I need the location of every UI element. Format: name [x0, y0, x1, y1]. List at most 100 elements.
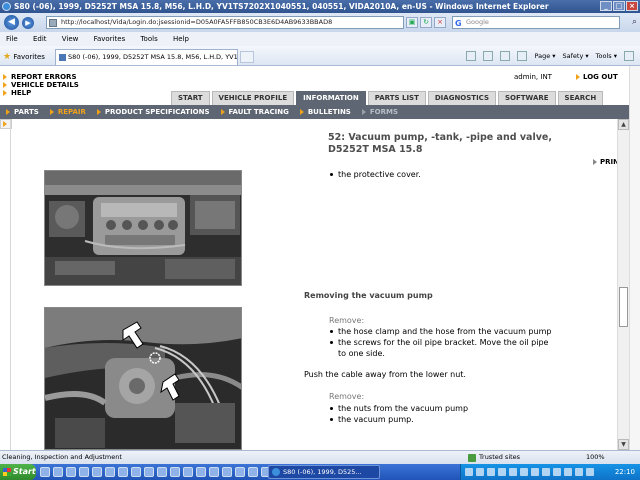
mail-icon[interactable] [500, 51, 511, 61]
clock[interactable]: 22:10 [615, 464, 635, 480]
start-button[interactable]: Start [0, 464, 36, 480]
report-errors-link[interactable]: REPORT ERRORS [3, 73, 79, 81]
list-item: the hose clamp and the hose from the vac… [329, 326, 555, 337]
subnav-parts[interactable]: PARTS [6, 105, 39, 119]
address-input[interactable]: http://localhost/Vida/Login.do;jsessioni… [46, 16, 404, 29]
quick-launch-icon[interactable] [66, 467, 76, 477]
browser-tab[interactable]: S80 (-06), 1999, D5252T MSA 15.8, M56, L… [55, 49, 238, 65]
security-zone[interactable]: Trusted sites [468, 451, 520, 464]
subnav-product-specifications-label: PRODUCT SPECIFICATIONS [104, 108, 210, 116]
tray-icon[interactable] [542, 468, 550, 476]
menu-favorites[interactable]: Favorites [94, 35, 126, 43]
quick-launch-icon[interactable] [105, 467, 115, 477]
favorites-button[interactable]: ★ Favorites [3, 52, 45, 62]
quick-launch-icon[interactable] [157, 467, 167, 477]
quick-launch-icon[interactable] [79, 467, 89, 477]
tray-icon[interactable] [498, 468, 506, 476]
subnav-product-specifications[interactable]: PRODUCT SPECIFICATIONS [96, 105, 210, 119]
subnav-parts-label: PARTS [14, 108, 39, 116]
subnav-forms-label: FORMS [369, 108, 398, 116]
tray-icon[interactable] [509, 468, 517, 476]
tab-software[interactable]: SOFTWARE [498, 91, 556, 105]
quick-launch-icon[interactable] [235, 467, 245, 477]
tools-menu[interactable]: Tools ▾ [596, 52, 617, 60]
tray-icon[interactable] [487, 468, 495, 476]
scroll-down-button[interactable]: ▼ [618, 439, 629, 450]
subnav-fault-tracing-label: FAULT TRACING [228, 108, 289, 116]
tray-icon[interactable] [476, 468, 484, 476]
tab-information[interactable]: INFORMATION [296, 91, 366, 105]
refresh-icon[interactable]: ↻ [420, 17, 432, 28]
quick-launch-icon[interactable] [196, 467, 206, 477]
forward-button[interactable]: ▶ [22, 17, 34, 29]
main-tabs: START VEHICLE PROFILE INFORMATION PARTS … [171, 91, 604, 105]
help-link[interactable]: HELP [3, 89, 79, 97]
quick-launch-icon[interactable] [40, 467, 50, 477]
stop-icon[interactable]: × [434, 17, 446, 28]
menu-view[interactable]: View [62, 35, 79, 43]
list-item: the nuts from the vacuum pump [329, 403, 468, 414]
safety-menu[interactable]: Safety ▾ [563, 52, 589, 60]
quick-launch-icon[interactable] [53, 467, 63, 477]
tray-icon[interactable] [531, 468, 539, 476]
tab-search[interactable]: SEARCH [557, 91, 604, 105]
quick-launch-icon[interactable] [92, 467, 102, 477]
tray-icon[interactable] [586, 468, 594, 476]
subnav-repair[interactable]: REPAIR [49, 105, 86, 119]
zoom-level[interactable]: 100% [586, 451, 605, 464]
arrow-icon [3, 74, 7, 80]
quick-launch-icon[interactable] [131, 467, 141, 477]
tray-icon[interactable] [520, 468, 528, 476]
start-label: Start [13, 467, 36, 476]
page-scrollbar[interactable] [629, 66, 640, 450]
document-scrollbar[interactable]: ▲ ▼ [617, 119, 629, 450]
tab-vehicle-profile[interactable]: VEHICLE PROFILE [211, 91, 295, 105]
back-button[interactable]: ◀ [4, 15, 19, 30]
tray-icon[interactable] [465, 468, 473, 476]
pane-divider[interactable] [10, 119, 11, 450]
vacuum-pump-illustration [45, 308, 241, 449]
subnav-fault-tracing[interactable]: FAULT TRACING [220, 105, 289, 119]
vehicle-details-link[interactable]: VEHICLE DETAILS [3, 81, 79, 89]
menu-file[interactable]: File [6, 35, 18, 43]
print-icon[interactable] [517, 51, 528, 61]
quick-launch-icon[interactable] [183, 467, 193, 477]
quick-launch-icon[interactable] [118, 467, 128, 477]
subnav-forms[interactable]: FORMS [361, 105, 398, 119]
url-text: http://localhost/Vida/Login.do;jsessioni… [61, 18, 333, 26]
quick-launch-icon[interactable] [209, 467, 219, 477]
tray-icon[interactable] [575, 468, 583, 476]
tray-icon[interactable] [553, 468, 561, 476]
zone-label: Trusted sites [479, 453, 521, 461]
address-actions: ▣ ↻ × [406, 17, 446, 28]
tab-parts-list[interactable]: PARTS LIST [367, 91, 426, 105]
report-errors-label: REPORT ERRORS [11, 73, 77, 81]
tab-start[interactable]: START [171, 91, 210, 105]
tab-diagnostics[interactable]: DIAGNOSTICS [427, 91, 496, 105]
scroll-thumb[interactable] [619, 287, 628, 327]
menu-tools[interactable]: Tools [140, 35, 157, 43]
menu-help[interactable]: Help [173, 35, 189, 43]
logout-link[interactable]: LOG OUT [576, 73, 618, 81]
menu-edit[interactable]: Edit [33, 35, 47, 43]
search-input[interactable]: G Google ⌕ [452, 16, 637, 29]
star-icon: ★ [3, 52, 12, 62]
scroll-up-button[interactable]: ▲ [618, 119, 629, 130]
page-menu[interactable]: Page ▾ [534, 52, 555, 60]
quick-launch-icon[interactable] [144, 467, 154, 477]
subnav-bulletins[interactable]: BULLETINS [299, 105, 351, 119]
quick-launch-icon[interactable] [222, 467, 232, 477]
close-button[interactable]: × [626, 1, 638, 11]
quick-launch-icon[interactable] [170, 467, 180, 477]
feeds-icon[interactable] [483, 51, 494, 61]
compat-view-icon[interactable]: ▣ [406, 17, 418, 28]
taskbar-ie-window[interactable]: S80 (-06), 1999, D525... [268, 465, 380, 479]
search-icon[interactable]: ⌕ [632, 17, 637, 28]
minimize-button[interactable]: _ [600, 1, 612, 11]
new-tab-button[interactable] [240, 51, 254, 63]
home-icon[interactable] [466, 51, 477, 61]
maximize-button[interactable]: □ [613, 1, 625, 11]
help-icon[interactable] [624, 51, 634, 61]
tray-icon[interactable] [564, 468, 572, 476]
quick-launch-icon[interactable] [248, 467, 258, 477]
